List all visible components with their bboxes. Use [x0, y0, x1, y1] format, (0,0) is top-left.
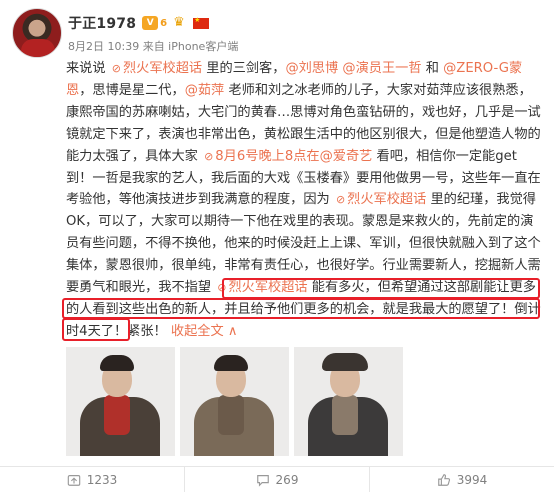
photo-thumbnail[interactable] [180, 347, 289, 456]
like-count: 3994 [456, 472, 488, 487]
topic-icon: ⊘ [111, 62, 121, 75]
post-text: ，思博是星二代， [79, 82, 185, 98]
comment-icon [256, 474, 269, 487]
share-button[interactable]: 1233 [0, 467, 185, 492]
username[interactable]: 于正1978 [68, 13, 136, 33]
mention-link[interactable]: @刘思博 [285, 61, 338, 76]
crown-icon[interactable]: ♛ [173, 16, 187, 30]
post-meta: 8月2日 10:39 来自 iPhone客户端 [68, 40, 239, 53]
topic-icon: ⊘ [335, 193, 346, 207]
topic-icon: ⊘ [217, 281, 227, 295]
photo-thumbnail[interactable] [66, 347, 175, 456]
share-icon [67, 474, 80, 486]
topic-link[interactable]: 8月6号晚上8点在@爱奇艺 [215, 149, 372, 164]
post-text: 和 [421, 61, 444, 76]
vip-icon[interactable]: V [142, 16, 159, 30]
action-bar: 1233 269 3994 [0, 467, 554, 492]
mention-link[interactable]: @茹萍 [185, 83, 225, 98]
flag-icon [193, 16, 210, 29]
comment-count: 269 [275, 472, 299, 487]
topic-link[interactable]: 烈火军校超话 [228, 280, 307, 295]
post-text: 来说说 [66, 61, 110, 76]
photo-grid [66, 347, 403, 456]
thumbs-up-icon [437, 473, 450, 486]
user-avatar[interactable] [12, 8, 62, 58]
post-header: 于正1978 V 6 ♛ [68, 12, 210, 34]
topic-icon: ⊘ [204, 149, 214, 163]
topic-link[interactable]: 烈火军校超话 [347, 192, 426, 207]
collapse-link[interactable]: 收起全文 ∧ [171, 324, 238, 339]
topic-link[interactable]: 烈火军校超话 [123, 61, 202, 76]
vip-level: 6 [160, 17, 168, 29]
share-count: 1233 [86, 472, 118, 487]
mention-link[interactable]: @演员王一哲 [342, 61, 421, 76]
post-text: 里的三剑客， [202, 61, 286, 76]
post-body: 来说说 ⊘ 烈火军校超话 里的三剑客，@刘思博 @演员王一哲 和 @ZERO-G蒙… [66, 58, 542, 343]
like-button[interactable]: 3994 [370, 467, 554, 492]
photo-thumbnail[interactable] [294, 347, 403, 456]
comment-button[interactable]: 269 [185, 467, 370, 492]
